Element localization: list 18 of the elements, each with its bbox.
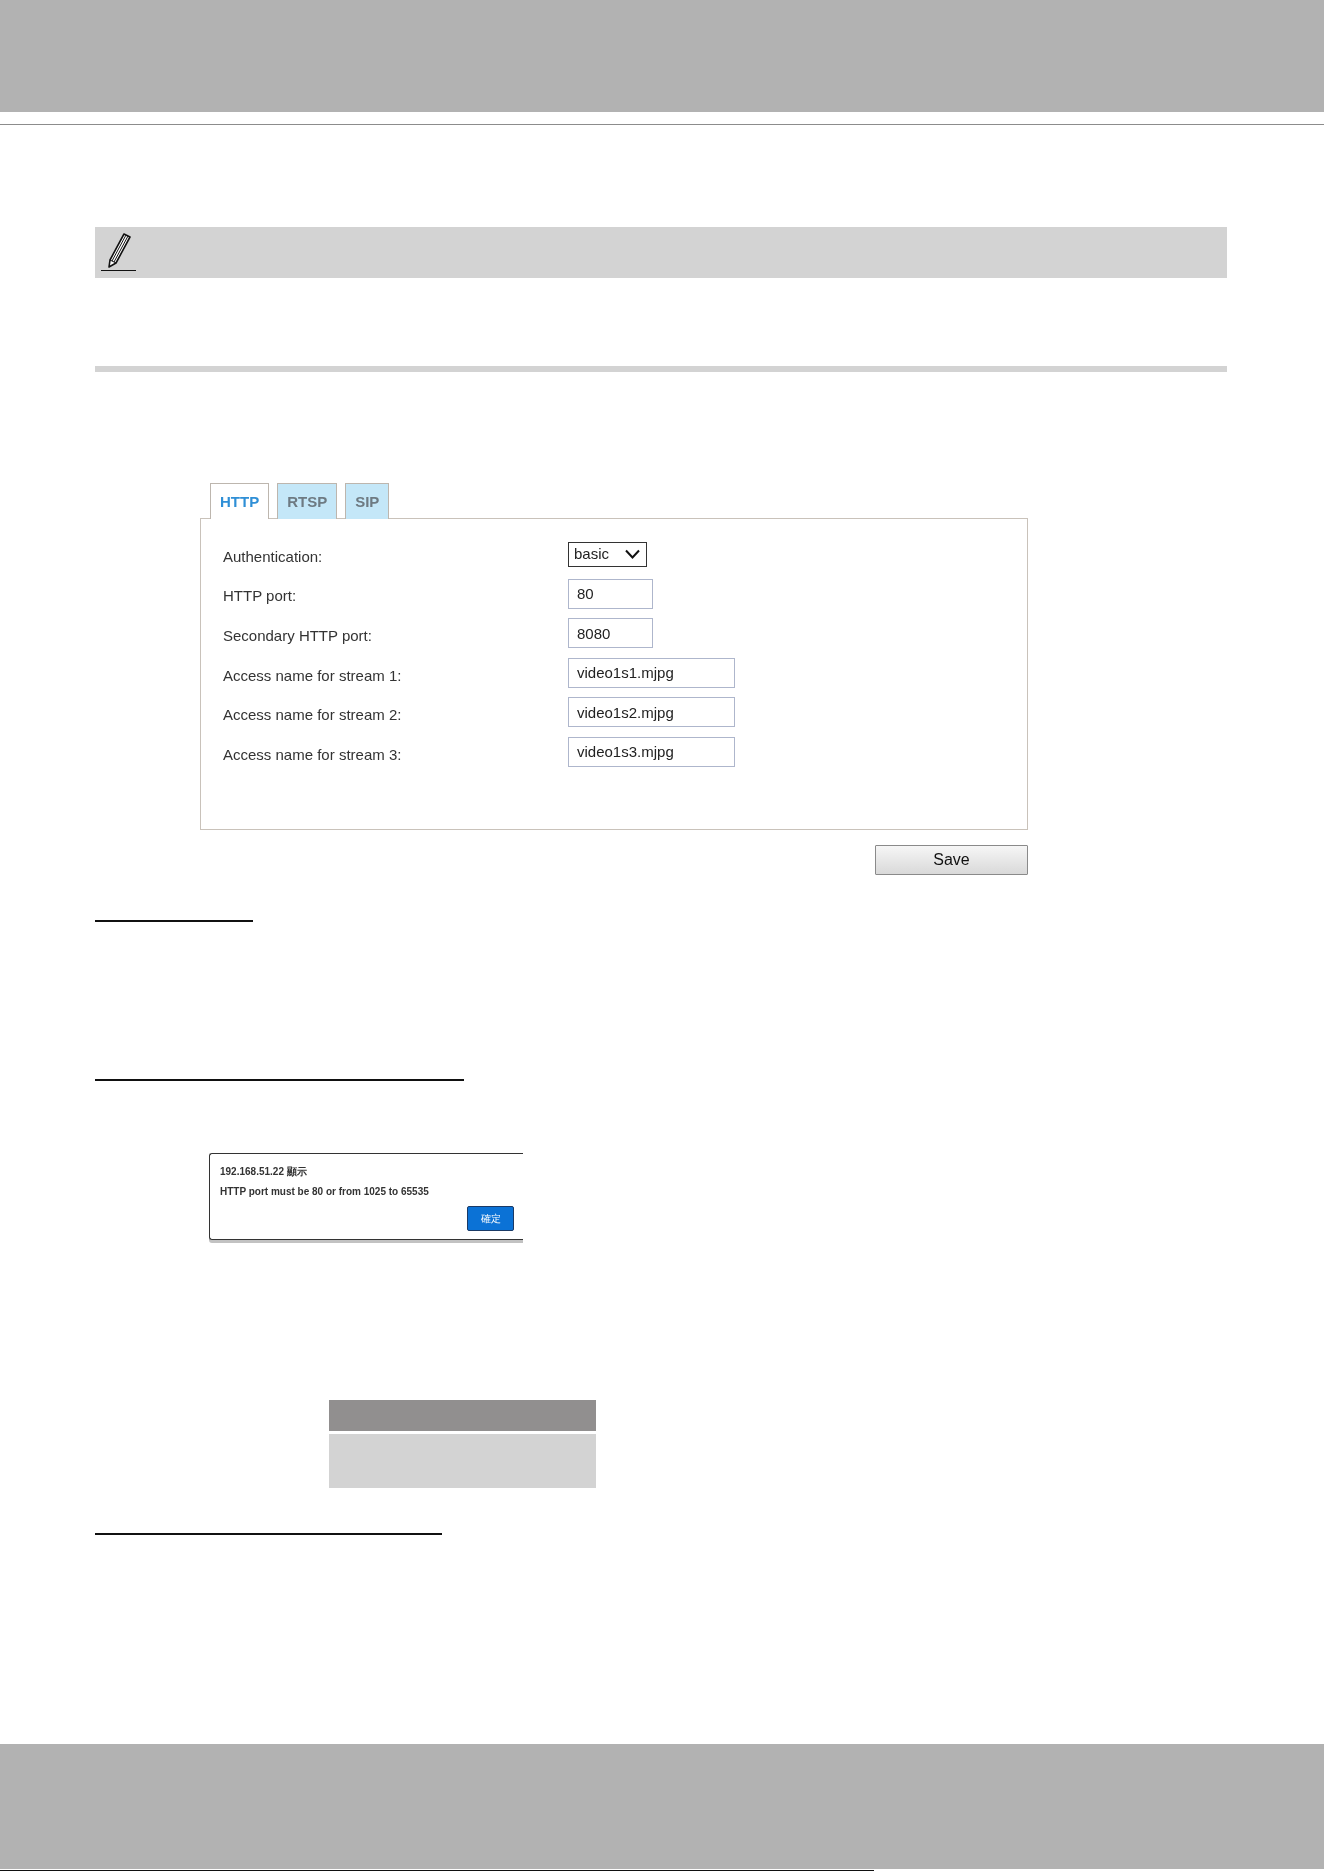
text-field[interactable]: video1s2.mjpg (568, 697, 735, 728)
port-field[interactable]: 8080 (568, 618, 653, 649)
text-field[interactable]: video1s3.mjpg (568, 736, 735, 767)
field-label: Access name for stream 2: (223, 705, 403, 726)
chevron-down-icon (625, 549, 640, 559)
dialog-title: 192.168.51.22 顯示 (220, 1164, 308, 1178)
ok-button[interactable]: 確定 (467, 1205, 514, 1231)
save-button[interactable]: Save (875, 844, 1028, 875)
field-label: Authentication: (223, 546, 324, 567)
port-field[interactable]: 80 (568, 578, 653, 609)
pencil-icon (100, 231, 137, 272)
field-label: Access name for stream 3: (223, 744, 403, 765)
field-label: Secondary HTTP port: (223, 625, 373, 646)
field-label: Access name for stream 1: (223, 665, 403, 686)
text-field[interactable]: video1s1.mjpg (568, 657, 735, 688)
field-label: HTTP port: (223, 586, 298, 607)
dropdown[interactable]: basic (568, 541, 647, 567)
dialog-message: HTTP port must be 80 or from 1025 to 65535 (220, 1184, 430, 1198)
